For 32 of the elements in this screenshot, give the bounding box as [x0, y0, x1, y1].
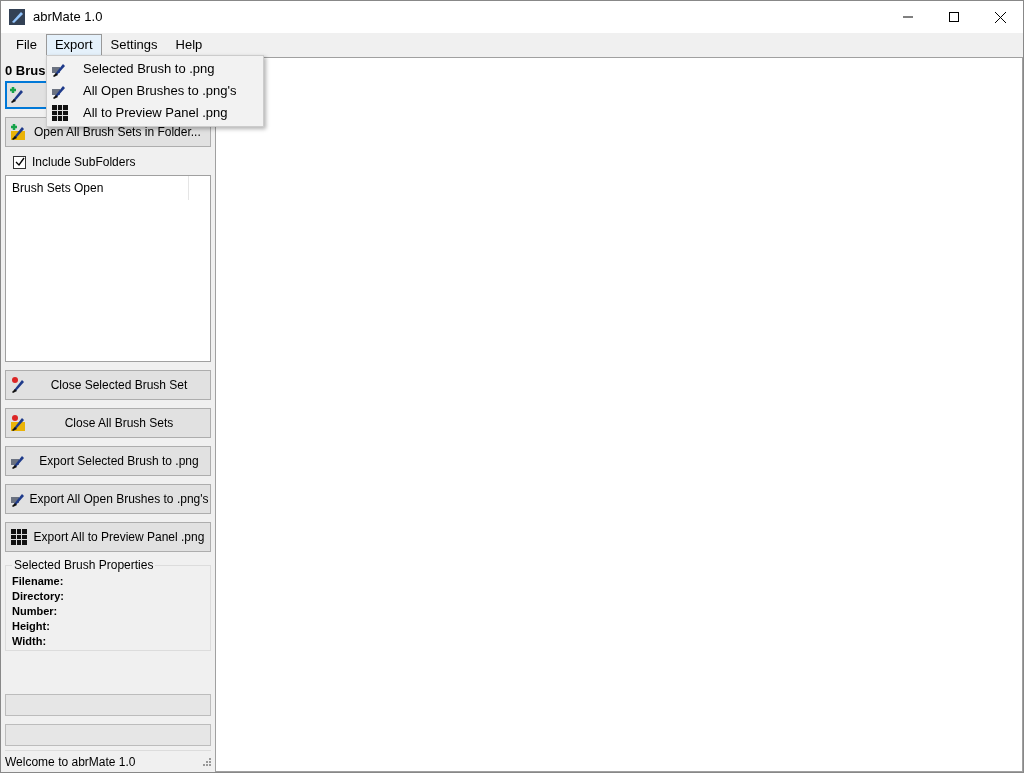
window-title: abrMate 1.0 [33, 8, 103, 27]
group-title: Selected Brush Properties [13, 557, 155, 574]
property-label: Height: [12, 619, 51, 634]
maximize-icon [949, 12, 959, 22]
action-button[interactable]: Export All to Preview Panel .png [5, 522, 211, 552]
menu-entry[interactable]: All Open Brushes to .png's [47, 80, 263, 102]
resize-grip-icon [203, 757, 211, 766]
menu-entry[interactable]: Selected Brush to .png [47, 58, 263, 80]
app-icon [9, 9, 25, 25]
close-icon [994, 11, 1006, 23]
brush-sets-list[interactable]: Brush Sets Open [5, 175, 211, 362]
status-text: Welcome to abrMate 1.0 [5, 753, 136, 771]
action-button[interactable]: Close All Brush Sets [5, 408, 211, 438]
grid-icon [10, 528, 28, 546]
column-header[interactable]: Brush Sets Open [6, 176, 189, 200]
checkbox[interactable] [13, 155, 26, 169]
menu-item[interactable]: Help [166, 34, 212, 56]
action-button[interactable]: Export All Open Brushes to .png's [5, 484, 211, 514]
property-label: Width: [12, 634, 48, 649]
property-label: Directory: [12, 589, 65, 604]
action-button[interactable]: Export Selected Brush to .png [5, 446, 211, 476]
grid-icon [51, 104, 69, 122]
menu-item[interactable]: Export [45, 34, 102, 56]
folder-brush-add-icon [10, 123, 28, 141]
checkbox-label: Include SubFolders [32, 154, 136, 171]
property-label: Filename: [12, 574, 65, 589]
menu-item[interactable]: File [7, 34, 46, 56]
action-button[interactable]: Close Selected Brush Set [5, 370, 211, 400]
brush-count-label: 0 Brus [5, 62, 46, 79]
folder-brush-remove-icon [10, 414, 28, 432]
property-label: Number: [12, 604, 59, 619]
menu-item[interactable]: Settings [101, 34, 167, 56]
